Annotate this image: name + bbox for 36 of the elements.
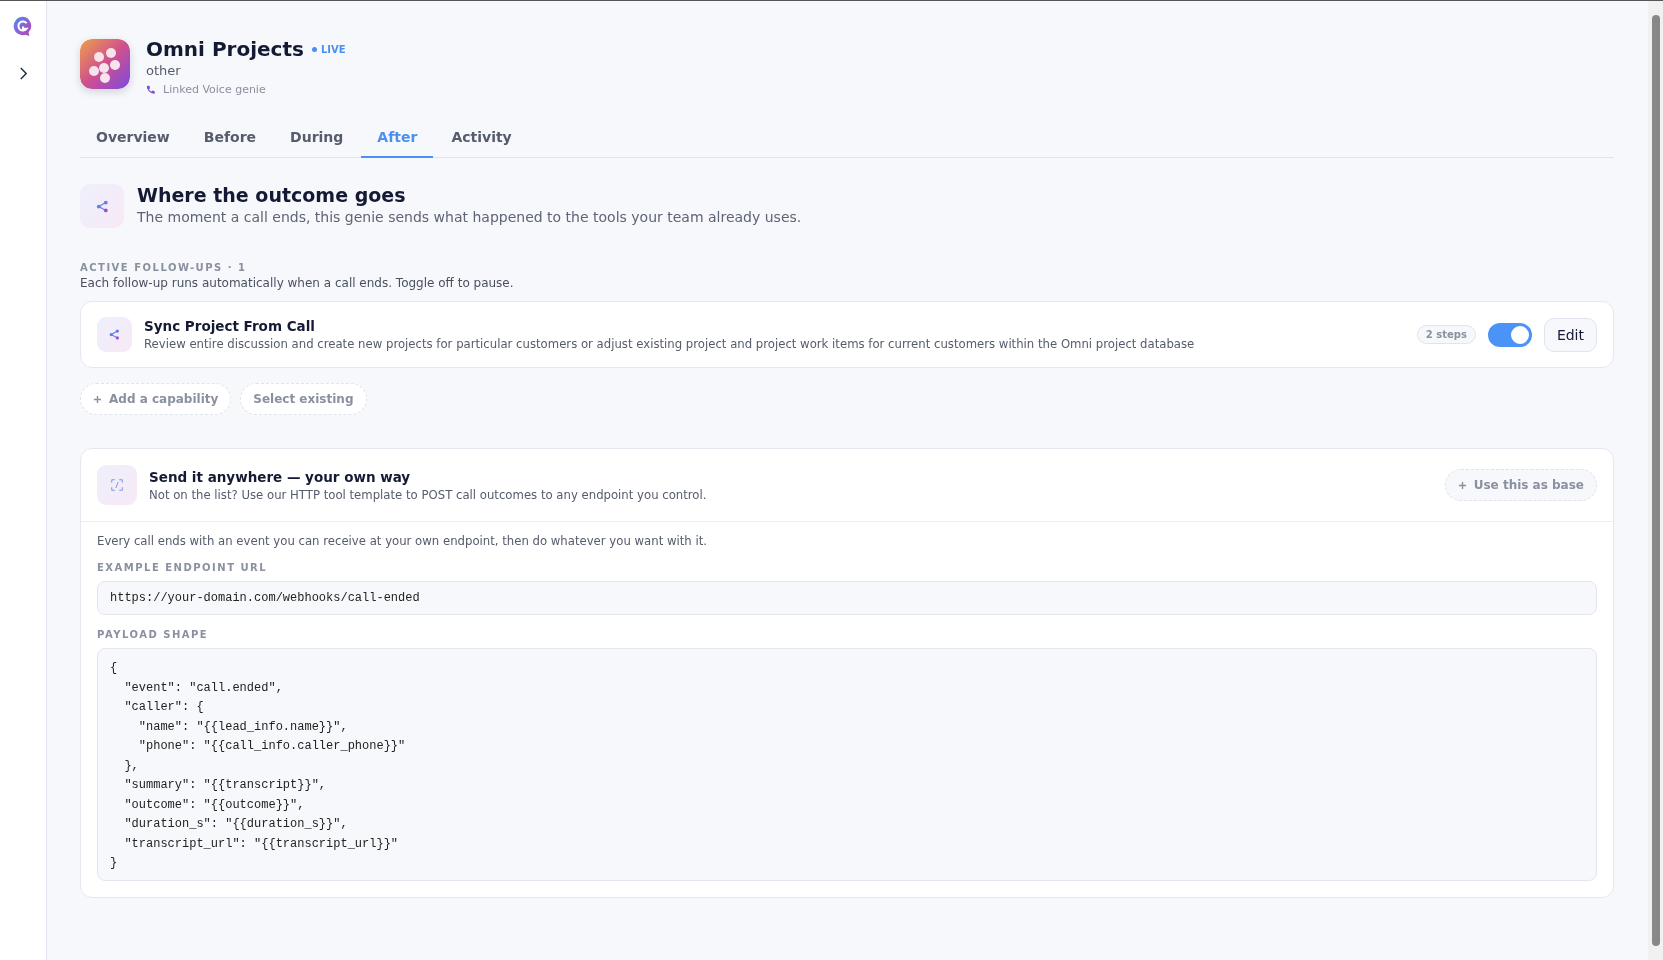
follow-up-title: Sync Project From Call: [144, 318, 316, 334]
plus-icon: [93, 394, 102, 404]
add-capability-button[interactable]: Add a capability: [80, 383, 232, 415]
logo-icon[interactable]: [12, 15, 34, 37]
linked-voice-text: Linked Voice genie: [163, 83, 266, 96]
edit-button[interactable]: Edit: [1543, 317, 1597, 352]
section-title: Where the outcome goes: [137, 184, 407, 206]
tab[interactable]: Overview: [80, 120, 186, 158]
steps-badge: 2 steps: [1416, 325, 1476, 344]
section-label: ACTIVE FOLLOW-UPS · 1: [80, 262, 248, 273]
select-existing-button[interactable]: Select existing: [240, 383, 367, 415]
follow-ups-hint: Each follow-up runs automatically when a call ends. Toggle off to pause.: [80, 276, 515, 290]
follow-up-description: Review entire discussion and create new projects for particular customers or adjust existing project and project work items for current customers within the Omni project database: [144, 337, 1196, 351]
scrollbar[interactable]: [1648, 1, 1663, 960]
app-title: Omni Projects: [146, 37, 304, 61]
app-category: other: [146, 63, 182, 78]
toggle-switch[interactable]: [1487, 322, 1532, 347]
share-icon: [80, 184, 124, 228]
phone-icon: [146, 84, 156, 95]
custom-title: Send it anywhere — your own way: [149, 468, 412, 485]
plus-icon: [1457, 480, 1467, 490]
tab[interactable]: Activity: [435, 120, 528, 158]
section-description: The moment a call ends, this genie sends what happened to the tools your team already uses.: [137, 209, 802, 225]
tab[interactable]: Before: [187, 120, 273, 158]
endpoint-url-field[interactable]: https://your-domain.com/webhooks/call-ended: [97, 581, 1597, 615]
payload-code: { "event": "call.ended", "caller": { "name": "{{lead_info.name}}", "phone": "{{call_info.caller_phone}}" }, "summary": "{{transcript}}", "outcome": "{{outcome}}", "duration_s": "{{duration_s}}", "transcript_url": "{{transcript_url}}" }: [97, 648, 1597, 881]
payload-label: PAYLOAD SHAPE: [97, 629, 210, 640]
live-badge: LIVE: [311, 43, 346, 55]
code-icon: [97, 465, 137, 505]
custom-description: Not on the list? Use our HTTP tool template to POST call outcomes to any endpoint you control.: [149, 487, 708, 502]
tab[interactable]: During: [274, 120, 360, 158]
share-icon: [97, 317, 132, 352]
chevron-right-icon[interactable]: [18, 67, 28, 80]
app-logo-icon: [80, 39, 130, 89]
custom-intro: Every call ends with an event you can receive at your own endpoint, then do whatever you want with it.: [97, 534, 708, 548]
url-label: EXAMPLE ENDPOINT URL: [97, 562, 269, 573]
